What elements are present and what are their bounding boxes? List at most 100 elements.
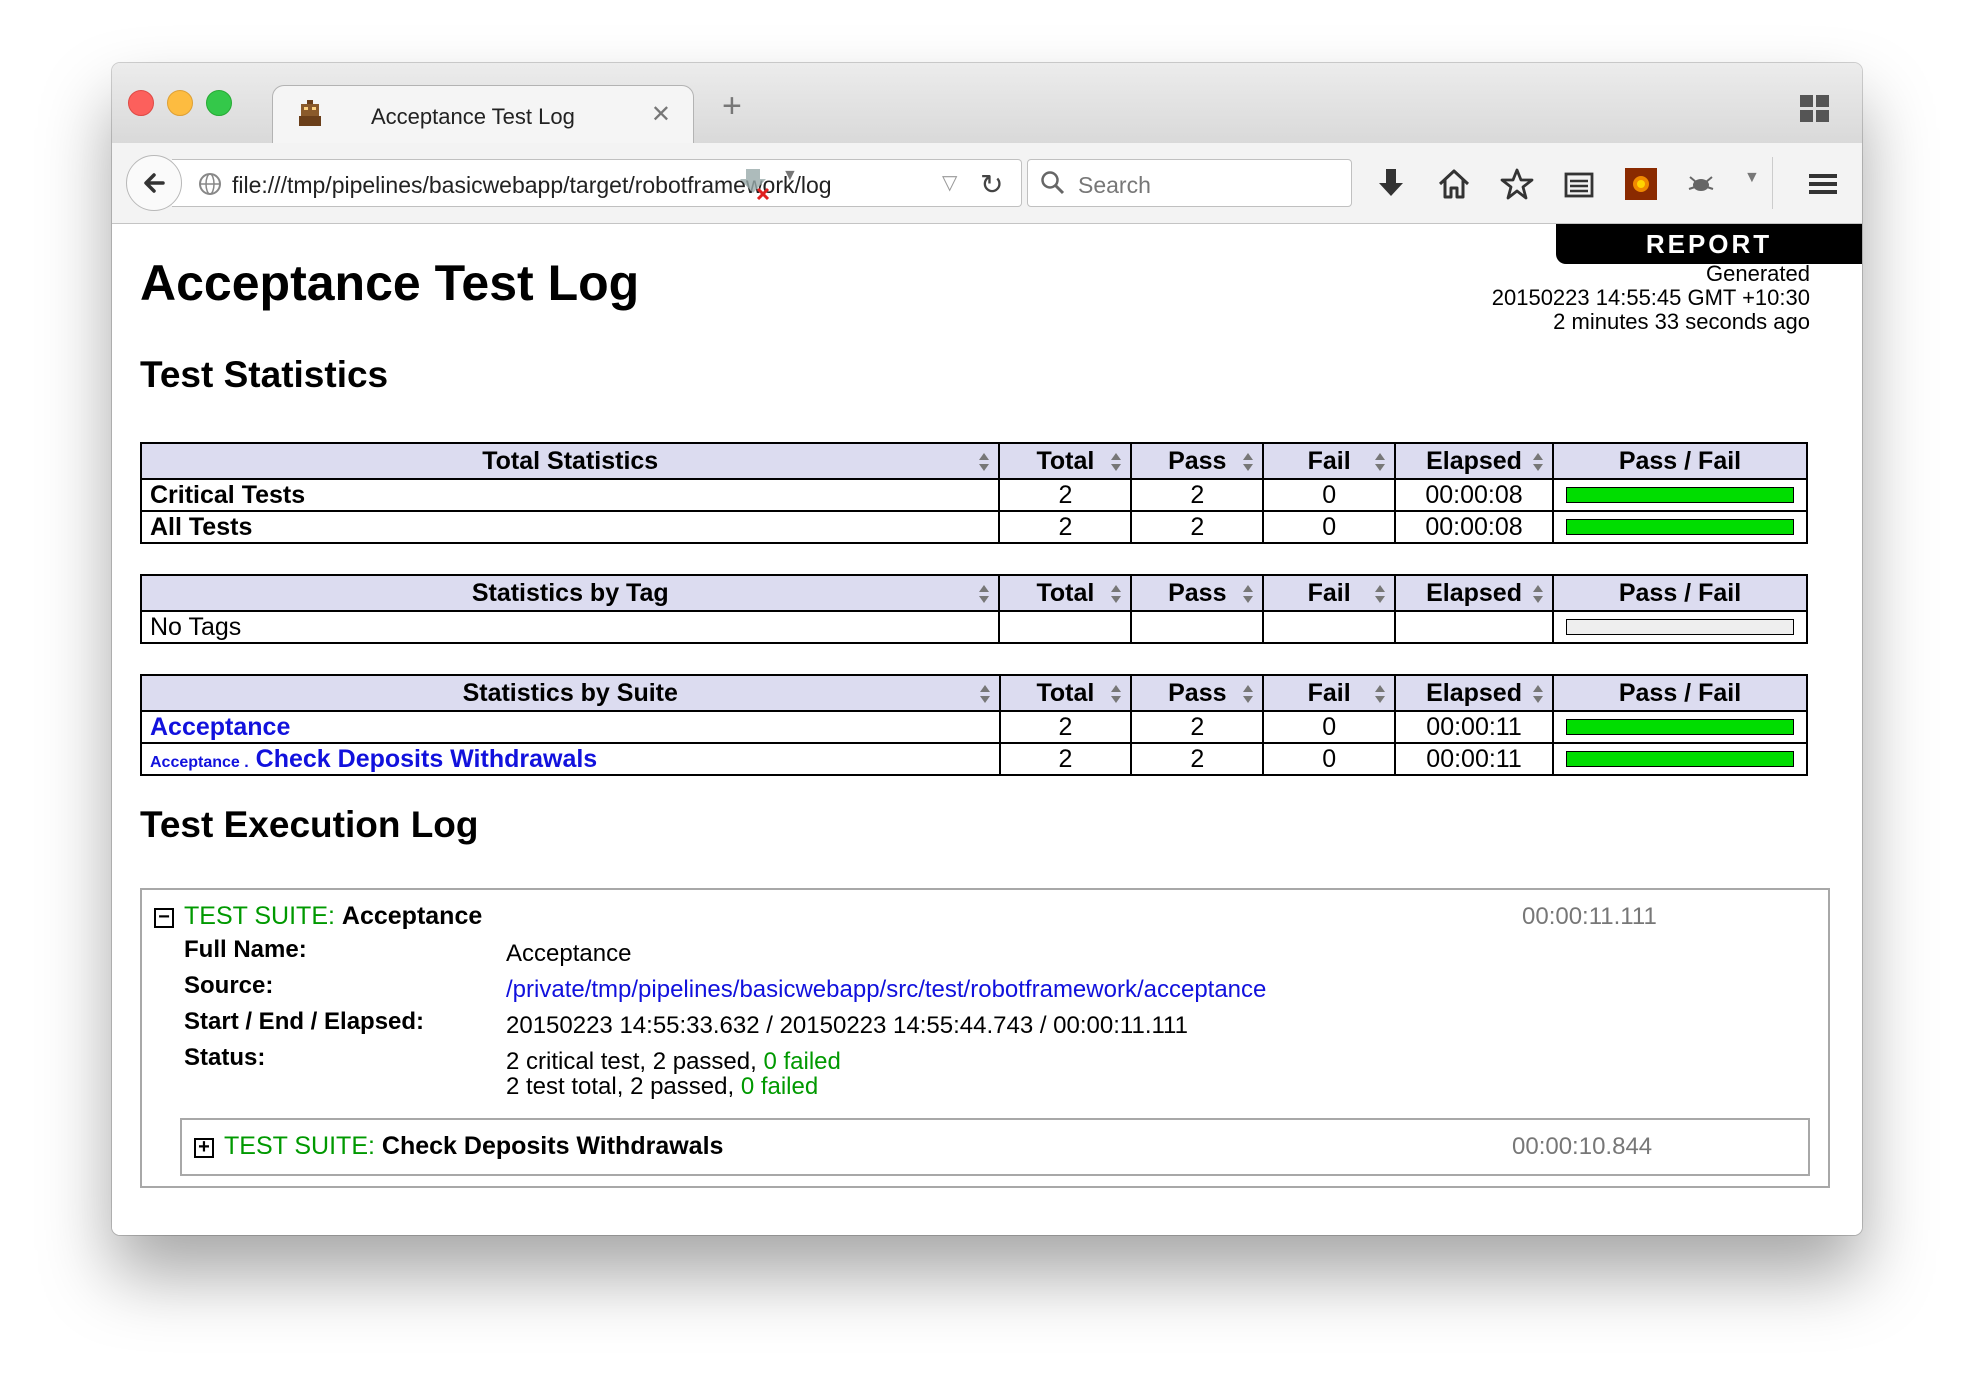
back-button[interactable]	[126, 155, 182, 211]
col-header-statistics-by-suite[interactable]: Statistics by Suite	[140, 674, 1001, 712]
url-bar[interactable]: file:///tmp/pipelines/basicwebapp/target…	[172, 159, 1022, 207]
new-tab-button[interactable]: +	[722, 89, 742, 123]
stat-pass	[1130, 610, 1265, 644]
col-header-statistics-by-tag[interactable]: Statistics by Tag	[139, 574, 1001, 612]
sort-arrows-icon	[979, 453, 990, 471]
sort-arrows-icon	[1375, 585, 1386, 603]
stat-fail: 0	[1262, 478, 1397, 512]
suite-link-acceptance[interactable]: Acceptance	[150, 713, 290, 741]
suite-link-check-deposits-withdrawals[interactable]: Check Deposits Withdrawals	[256, 745, 598, 773]
stat-name: No Tags	[139, 610, 1001, 644]
col-header-elapsed[interactable]: Elapsed	[1394, 674, 1554, 712]
sort-arrows-icon	[1243, 585, 1254, 603]
pass-fail-bar	[1565, 519, 1794, 535]
suite-log-acceptance: − TEST SUITE: Acceptance 00:00:11.111 Fu…	[140, 888, 1830, 1188]
home-icon[interactable]	[1437, 167, 1471, 201]
child-suite-elapsed: 00:00:10.844	[1512, 1133, 1653, 1160]
col-header-total-statistics[interactable]: Total Statistics	[139, 442, 1001, 480]
firebug-icon[interactable]	[1684, 167, 1718, 201]
col-header-pass-fail: Pass / Fail	[1551, 574, 1809, 612]
status-total-failed: 0 failed	[740, 1073, 819, 1100]
tag-statistics-table: Statistics by Tag Total Pass Fail Elapse…	[139, 574, 1809, 644]
tab-title: Acceptance Test Log	[371, 104, 575, 129]
pass-fail-bar	[1565, 619, 1794, 635]
stat-total: 2	[998, 710, 1133, 744]
download-icon[interactable]	[1374, 167, 1408, 201]
col-header-elapsed[interactable]: Elapsed	[1394, 574, 1554, 612]
status-critical-text: 2 critical test, 2 passed,	[506, 1048, 757, 1075]
stat-total: 2	[998, 510, 1133, 544]
stat-elapsed: 00:00:08	[1394, 510, 1554, 544]
full-name-label: Full Name:	[184, 936, 307, 963]
stat-elapsed	[1394, 610, 1554, 644]
extension-sun-icon[interactable]	[1624, 167, 1658, 201]
stat-pass: 2	[1130, 742, 1265, 776]
suite-name: Acceptance	[341, 902, 483, 930]
stat-fail: 0	[1262, 742, 1397, 776]
robot-favicon-icon	[299, 100, 321, 126]
stat-name: All Tests	[139, 510, 1001, 544]
source-link[interactable]: /private/tmp/pipelines/basicwebapp/src/t…	[506, 976, 1266, 1004]
pass-fail-bar	[1565, 487, 1794, 503]
window-minimize-button[interactable]	[167, 90, 193, 116]
globe-icon	[199, 173, 221, 195]
generated-time: 20150223 14:55:45 GMT +10:30	[1491, 285, 1810, 310]
stat-bar-cell	[1551, 742, 1809, 776]
suite-header[interactable]: TEST SUITE: Acceptance	[184, 902, 482, 931]
hamburger-menu-icon[interactable]	[1806, 167, 1840, 201]
sort-arrows-icon	[1243, 685, 1254, 703]
firebug-dropdown-icon[interactable]: ▼	[1744, 169, 1760, 187]
col-header-pass[interactable]: Pass	[1130, 674, 1265, 712]
pocket-blocked-icon[interactable]	[740, 165, 774, 201]
reload-icon[interactable]: ↻	[980, 168, 1003, 201]
bookmark-star-icon[interactable]	[1500, 167, 1534, 201]
search-box[interactable]: Search	[1027, 159, 1352, 207]
tab-close-icon[interactable]: ✕	[651, 100, 671, 129]
sort-arrows-icon	[1532, 453, 1543, 471]
pocket-dropdown-icon[interactable]: ▼	[782, 167, 798, 185]
toolbar-separator	[1772, 157, 1773, 209]
sort-arrows-icon	[1243, 453, 1254, 471]
sort-arrows-icon	[1111, 453, 1122, 471]
expand-toggle-icon[interactable]: +	[194, 1137, 214, 1158]
suite-statistics-table: Statistics by Suite Total Pass Fail Elap…	[140, 674, 1809, 776]
generated-ago: 2 minutes 33 seconds ago	[1553, 309, 1810, 334]
generated-label: Generated	[1706, 261, 1810, 286]
suite-parent-prefix: Acceptance .	[150, 753, 249, 771]
table-row: Critical Tests 2 2 0 00:00:08	[139, 478, 1809, 512]
stat-fail: 0	[1262, 710, 1397, 744]
collapse-toggle-icon[interactable]: −	[154, 907, 174, 928]
stat-total: 2	[998, 478, 1133, 512]
suite-keyword: TEST SUITE:	[184, 902, 335, 930]
generated-info: Generated 20150223 14:55:45 GMT +10:30 2…	[1492, 262, 1810, 334]
url-history-dropdown-icon[interactable]: ▽	[942, 170, 957, 195]
child-suite-header[interactable]: TEST SUITE: Check Deposits Withdrawals	[224, 1132, 723, 1161]
col-header-total[interactable]: Total	[998, 674, 1133, 712]
stat-bar-cell	[1551, 710, 1809, 744]
table-row: All Tests 2 2 0 00:00:08	[139, 510, 1809, 544]
reading-list-icon[interactable]	[1562, 167, 1596, 201]
col-header-fail[interactable]: Fail	[1262, 574, 1397, 612]
col-header-elapsed[interactable]: Elapsed	[1394, 442, 1554, 480]
stat-name: Acceptance . Check Deposits Withdrawals	[140, 742, 1001, 776]
col-header-fail[interactable]: Fail	[1262, 442, 1397, 480]
col-header-pass-fail: Pass / Fail	[1551, 674, 1809, 712]
col-header-total[interactable]: Total	[998, 442, 1133, 480]
stat-elapsed: 00:00:11	[1394, 710, 1554, 744]
col-header-pass[interactable]: Pass	[1130, 442, 1265, 480]
stat-elapsed: 00:00:11	[1394, 742, 1554, 776]
sort-arrows-icon	[1375, 685, 1386, 703]
report-link-button[interactable]: REPORT	[1556, 224, 1862, 264]
browser-tab-active[interactable]: Acceptance Test Log ✕	[272, 85, 694, 146]
stat-name: Acceptance	[140, 710, 1001, 744]
col-header-total[interactable]: Total	[998, 574, 1133, 612]
tab-groups-icon[interactable]	[1800, 95, 1830, 123]
test-statistics-heading: Test Statistics	[140, 354, 389, 395]
window-close-button[interactable]	[128, 90, 154, 116]
status-critical-failed: 0 failed	[763, 1048, 841, 1075]
col-header-fail[interactable]: Fail	[1262, 674, 1397, 712]
browser-window: Acceptance Test Log ✕ + file:///tmp/pipe…	[112, 63, 1862, 1235]
window-maximize-button[interactable]	[206, 90, 232, 116]
sort-arrows-icon	[1375, 453, 1386, 471]
col-header-pass[interactable]: Pass	[1130, 574, 1265, 612]
